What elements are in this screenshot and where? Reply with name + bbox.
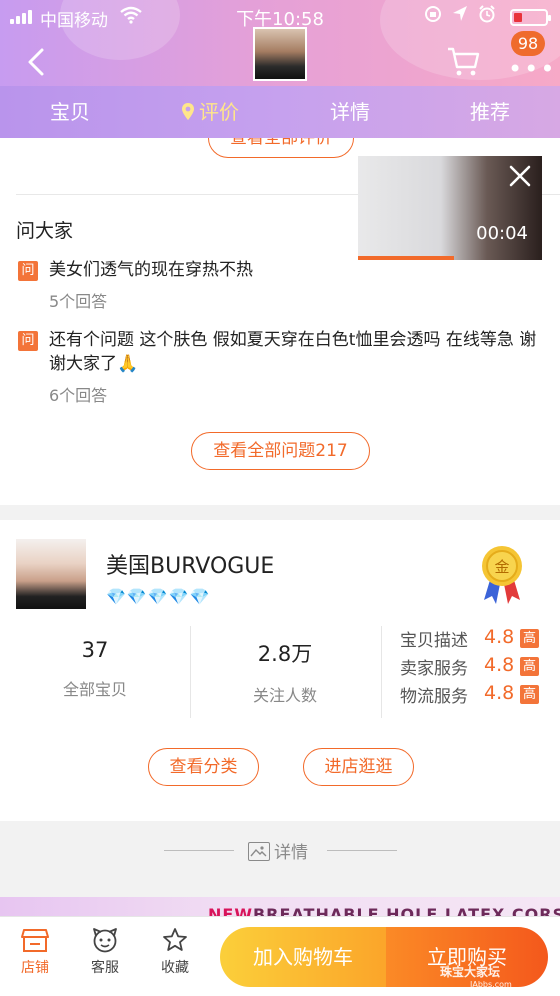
rating-score: 4.8	[484, 626, 515, 648]
stat-value: 37	[81, 638, 109, 662]
enter-shop-button[interactable]: 进店逛逛	[303, 748, 414, 786]
detail-divider: 详情	[0, 821, 560, 879]
image-icon	[248, 842, 270, 861]
rating-grade-badge: 高	[520, 629, 539, 648]
back-arrow-icon	[28, 48, 44, 76]
question-text: 还有个问题 这个肤色 假如夏天穿在白色t恤里会透吗 在线等急 谢谢大家了🙏	[49, 330, 537, 374]
rating-row: 物流服务 4.8 高	[400, 682, 550, 707]
total-items-stat[interactable]: 37 全部宝贝	[0, 626, 190, 700]
divider-line	[327, 850, 397, 851]
medal-label: 金	[494, 558, 509, 576]
favorite-label: 收藏	[161, 960, 189, 976]
question-icon: 问	[18, 331, 38, 351]
battery-icon	[510, 9, 551, 26]
close-icon	[509, 165, 531, 187]
rating-score: 4.8	[484, 654, 515, 676]
cart-icon	[448, 47, 480, 76]
location-pin-icon	[181, 88, 195, 138]
stat-label: 全部宝贝	[62, 680, 127, 699]
tab-item[interactable]: 宝贝	[0, 86, 140, 138]
question-icon: 问	[18, 261, 38, 281]
stat-value: 2.8万	[257, 642, 313, 666]
tab-label: 详情	[330, 100, 370, 124]
rotation-lock-icon	[424, 5, 442, 27]
qa-title: 问大家	[16, 220, 74, 242]
divider-line	[164, 850, 234, 851]
video-time: 00:04	[476, 223, 528, 244]
diamond-rating-icon: 💎💎💎💎💎	[106, 587, 211, 606]
watermark-sub: IAbbs.com	[470, 980, 512, 989]
cart-count-badge: 98	[511, 31, 545, 56]
rating-row: 卖家服务 4.8 高	[400, 654, 550, 679]
header: 中国移动 下午10:58 ••• 98 宝贝 评价 详情 推荐	[0, 0, 560, 138]
watermark-text: 珠宝大家坛	[440, 965, 501, 979]
tab-reviews[interactable]: 评价	[140, 86, 280, 138]
more-button[interactable]: •••	[508, 55, 556, 83]
watermark: 珠宝大家坛 IAbbs.com	[440, 963, 512, 989]
video-progress	[358, 256, 454, 260]
tab-label: 宝贝	[50, 100, 90, 124]
rating-grade-badge: 高	[520, 685, 539, 704]
shop-name[interactable]: 美国BURVOGUE	[106, 548, 274, 580]
shop-icon	[21, 929, 49, 952]
rating-label: 物流服务	[400, 687, 468, 707]
question-item[interactable]: 问 还有个问题 这个肤色 假如夏天穿在白色t恤里会透吗 在线等急 谢谢大家了🙏 …	[18, 328, 538, 406]
customer-service-button[interactable]: 客服	[80, 927, 130, 977]
divider	[381, 626, 382, 718]
rating-grade-badge: 高	[520, 657, 539, 676]
answer-count: 5个回答	[49, 292, 108, 311]
gold-medal-icon: 金	[478, 544, 526, 606]
stat-label: 关注人数	[252, 686, 317, 705]
view-all-reviews-button[interactable]: 查看全部评价	[208, 138, 354, 158]
service-label: 客服	[91, 960, 119, 976]
shop-nav-button[interactable]: 店铺	[10, 927, 60, 977]
floating-video-player[interactable]: 00:04	[358, 156, 542, 260]
cart-button[interactable]	[446, 44, 480, 78]
view-categories-button[interactable]: 查看分类	[148, 748, 259, 786]
location-icon	[452, 5, 468, 27]
detail-label-text: 详情	[274, 843, 308, 863]
view-all-questions-button[interactable]: 查看全部问题217	[191, 432, 370, 470]
service-face-icon	[93, 928, 117, 953]
rating-row: 宝贝描述 4.8 高	[400, 626, 550, 651]
back-button[interactable]	[22, 44, 54, 80]
rating-label: 卖家服务	[400, 659, 468, 679]
favorite-button[interactable]: 收藏	[150, 927, 200, 977]
tab-recommend[interactable]: 推荐	[420, 86, 560, 138]
shop-logo[interactable]	[16, 539, 86, 609]
question-item[interactable]: 问 美女们透气的现在穿热不热 5个回答	[18, 258, 538, 312]
answer-count: 6个回答	[49, 386, 108, 405]
rating-label: 宝贝描述	[400, 631, 468, 651]
bottom-action-bar: 店铺 客服 收藏 加入购物车 立即购买 珠宝大家坛 IAbbs.com	[0, 916, 560, 996]
tab-details[interactable]: 详情	[280, 86, 420, 138]
close-video-button[interactable]	[506, 162, 534, 190]
star-icon	[163, 928, 187, 951]
rating-score: 4.8	[484, 682, 515, 704]
question-text: 美女们透气的现在穿热不热	[49, 260, 253, 280]
tab-label: 推荐	[470, 100, 510, 124]
shop-nav-label: 店铺	[21, 960, 49, 976]
shop-section: 美国BURVOGUE 💎💎💎💎💎 金 37 全部宝贝 2.8万 关注人数 宝贝描…	[0, 520, 560, 821]
alarm-icon	[478, 5, 496, 27]
followers-stat[interactable]: 2.8万 关注人数	[190, 626, 380, 706]
product-thumbnail[interactable]	[253, 27, 307, 81]
tab-label: 评价	[199, 100, 239, 124]
add-to-cart-button[interactable]: 加入购物车	[220, 927, 386, 987]
tab-bar: 宝贝 评价 详情 推荐	[0, 86, 560, 138]
detail-label: 详情	[248, 838, 308, 863]
